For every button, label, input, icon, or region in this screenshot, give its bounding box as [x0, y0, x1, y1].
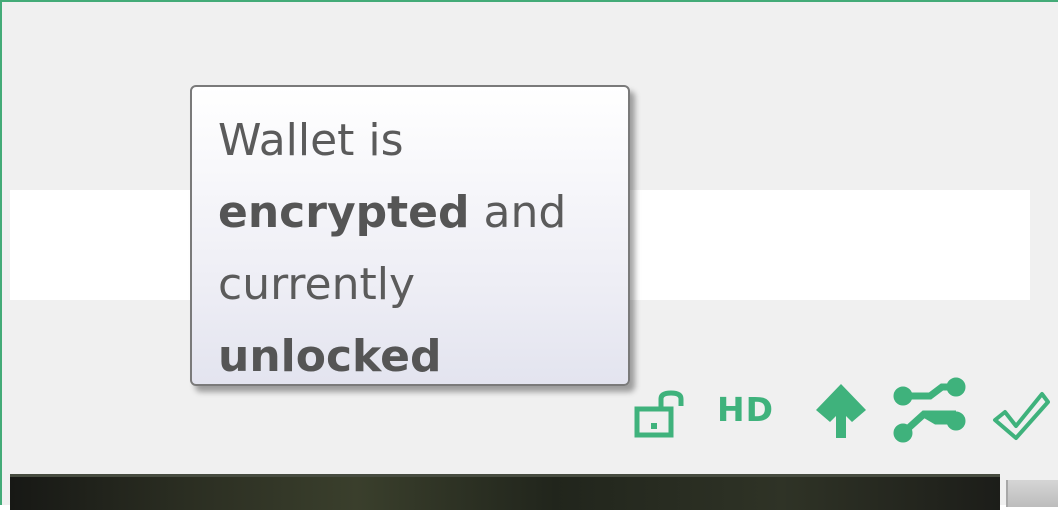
tooltip-line-2: encrypted and [218, 177, 602, 249]
hd-wallet-label[interactable]: HD [717, 390, 774, 429]
scrollbar-corner[interactable] [1006, 480, 1058, 507]
tooltip-unlocked-bold: unlocked [218, 331, 442, 382]
statusbar-icons: HD [634, 372, 1054, 446]
tooltip-and-text: and [469, 187, 567, 238]
unlocked-lock-icon[interactable] [634, 390, 694, 440]
synced-check-icon[interactable] [992, 390, 1050, 442]
staking-icon[interactable] [812, 382, 870, 442]
network-connections-icon[interactable] [892, 376, 970, 446]
tooltip-line-4: unlocked [218, 321, 602, 393]
tooltip-encrypted-bold: encrypted [218, 187, 470, 238]
tooltip-line-3: currently [218, 259, 415, 310]
wallet-status-tooltip: Wallet is encrypted and currently unlock… [190, 85, 630, 386]
tooltip-line-1: Wallet is [218, 115, 404, 166]
